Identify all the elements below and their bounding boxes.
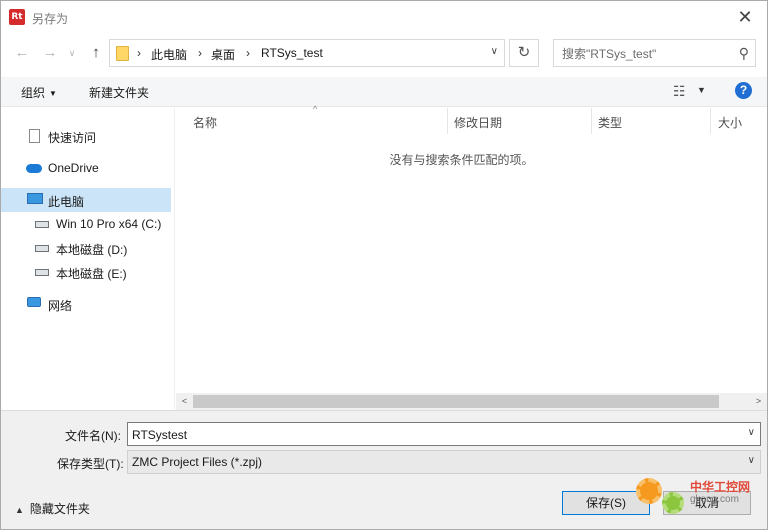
address-bar[interactable]: › 此电脑 › 桌面 › RTSys_test ∨ bbox=[109, 39, 505, 67]
folder-icon bbox=[116, 46, 129, 61]
column-divider[interactable] bbox=[710, 108, 711, 134]
watermark-logo: 中华工控网 gkong.com bbox=[632, 474, 766, 524]
gear-icon bbox=[662, 492, 684, 514]
new-folder-button[interactable]: 新建文件夹 bbox=[89, 84, 149, 101]
help-icon[interactable]: ? bbox=[735, 82, 752, 99]
recent-locations-dropdown[interactable]: ∨ bbox=[61, 41, 83, 65]
breadcrumb-desktop[interactable]: 桌面 bbox=[211, 46, 235, 63]
sidebar-item-label: 网络 bbox=[48, 299, 73, 313]
sidebar-item-onedrive[interactable]: OneDrive bbox=[1, 156, 171, 180]
forward-button[interactable]: → bbox=[39, 41, 61, 65]
breadcrumb-rtsys-test[interactable]: RTSys_test bbox=[261, 46, 323, 60]
hide-folders-label: 隐藏文件夹 bbox=[29, 502, 90, 516]
scroll-left-icon[interactable]: < bbox=[176, 394, 193, 409]
sidebar-item-label: OneDrive bbox=[48, 161, 99, 175]
organize-menu[interactable]: 组织 ▼ bbox=[21, 84, 57, 101]
chevron-down-icon[interactable]: ∨ bbox=[748, 455, 755, 466]
sidebar-item-label: Win 10 Pro x64 (C:) bbox=[56, 217, 162, 231]
sidebar-item-label: 本地磁盘 (E:) bbox=[56, 267, 127, 281]
sidebar-item-network[interactable]: 网络 bbox=[1, 292, 171, 316]
hide-folders-toggle[interactable]: ▲ 隐藏文件夹 bbox=[15, 500, 90, 517]
view-options-icon[interactable]: ☷ bbox=[673, 83, 686, 100]
breadcrumb-separator[interactable]: › bbox=[137, 46, 141, 60]
sidebar-item-drive-c[interactable]: Win 10 Pro x64 (C:) bbox=[1, 212, 171, 236]
organize-label: 组织 bbox=[21, 86, 46, 100]
sidebar-item-quick-access[interactable]: 快速访问 bbox=[1, 124, 171, 148]
sidebar-item-label: 快速访问 bbox=[48, 131, 97, 145]
breadcrumb-this-pc[interactable]: 此电脑 bbox=[151, 46, 187, 63]
refresh-button[interactable]: ↻ bbox=[509, 39, 539, 67]
column-header-size[interactable]: 大小 bbox=[718, 114, 742, 131]
filename-combobox[interactable]: ∨ bbox=[127, 422, 761, 446]
column-divider[interactable] bbox=[591, 108, 592, 134]
network-icon bbox=[27, 297, 41, 307]
search-input[interactable] bbox=[562, 46, 727, 62]
column-header-modified[interactable]: 修改日期 bbox=[454, 114, 502, 131]
system-drive-icon bbox=[35, 221, 49, 228]
back-button[interactable]: ← bbox=[11, 41, 33, 65]
horizontal-scrollbar[interactable]: < > bbox=[176, 393, 767, 410]
breadcrumb-separator[interactable]: › bbox=[198, 46, 202, 60]
chevron-up-icon: ▲ bbox=[15, 505, 24, 515]
title-bar: Rt 另存为 ✕ bbox=[1, 1, 767, 33]
scroll-right-icon[interactable]: > bbox=[750, 394, 767, 409]
up-button[interactable]: ↑ bbox=[85, 41, 107, 65]
sidebar-item-drive-d[interactable]: 本地磁盘 (D:) bbox=[1, 236, 171, 260]
address-dropdown-icon[interactable]: ∨ bbox=[491, 46, 498, 57]
view-dropdown-icon[interactable]: ▼ bbox=[697, 85, 706, 95]
watermark-title: 中华工控网 bbox=[690, 480, 751, 494]
gear-icon bbox=[636, 478, 662, 504]
drive-icon bbox=[35, 269, 49, 276]
drive-icon bbox=[35, 245, 49, 252]
column-header-name[interactable]: 名称 bbox=[193, 114, 217, 131]
navigation-bar: ← → ∨ ↑ › 此电脑 › 桌面 › RTSys_test ∨ ↻ ⚲ bbox=[1, 33, 767, 73]
sidebar-item-drive-e[interactable]: 本地磁盘 (E:) bbox=[1, 260, 171, 284]
save-as-dialog: Rt 另存为 ✕ ← → ∨ ↑ › 此电脑 › 桌面 › RTSys_test… bbox=[0, 0, 768, 530]
search-box[interactable]: ⚲ bbox=[553, 39, 756, 67]
sort-indicator-icon: ^ bbox=[313, 104, 318, 114]
navigation-pane: 快速访问 OneDrive 此电脑 Win 10 Pro x64 (C:) 本地… bbox=[1, 108, 175, 410]
filename-label: 文件名(N): bbox=[65, 429, 121, 443]
chevron-down-icon[interactable]: ∨ bbox=[748, 427, 755, 438]
scrollbar-thumb[interactable] bbox=[193, 395, 719, 408]
chevron-down-icon: ▼ bbox=[49, 89, 57, 98]
empty-results-message: 没有与搜索条件匹配的项。 bbox=[389, 153, 534, 167]
command-toolbar: 组织 ▼ 新建文件夹 ☷ ▼ ? bbox=[1, 77, 767, 107]
window-title: 另存为 bbox=[32, 12, 69, 26]
app-logo-icon: Rt bbox=[9, 9, 25, 25]
document-icon bbox=[29, 129, 40, 143]
column-header-row: ^ 名称 修改日期 类型 大小 bbox=[176, 104, 767, 134]
sidebar-item-this-pc[interactable]: 此电脑 bbox=[1, 188, 171, 212]
filetype-select[interactable]: ZMC Project Files (*.zpj) ∨ bbox=[127, 450, 761, 474]
filename-input[interactable] bbox=[132, 427, 732, 442]
filetype-value: ZMC Project Files (*.zpj) bbox=[132, 455, 263, 469]
sidebar-item-label: 本地磁盘 (D:) bbox=[56, 243, 128, 257]
computer-icon bbox=[27, 193, 43, 204]
close-button[interactable]: ✕ bbox=[723, 1, 767, 33]
column-divider[interactable] bbox=[447, 108, 448, 134]
sidebar-item-label: 此电脑 bbox=[48, 195, 85, 209]
search-icon[interactable]: ⚲ bbox=[739, 45, 749, 62]
watermark-subtitle: gkong.com bbox=[690, 494, 739, 505]
column-header-type[interactable]: 类型 bbox=[598, 114, 622, 131]
cloud-icon bbox=[26, 164, 42, 173]
filetype-label: 保存类型(T): bbox=[57, 457, 124, 471]
breadcrumb-separator[interactable]: › bbox=[246, 46, 250, 60]
